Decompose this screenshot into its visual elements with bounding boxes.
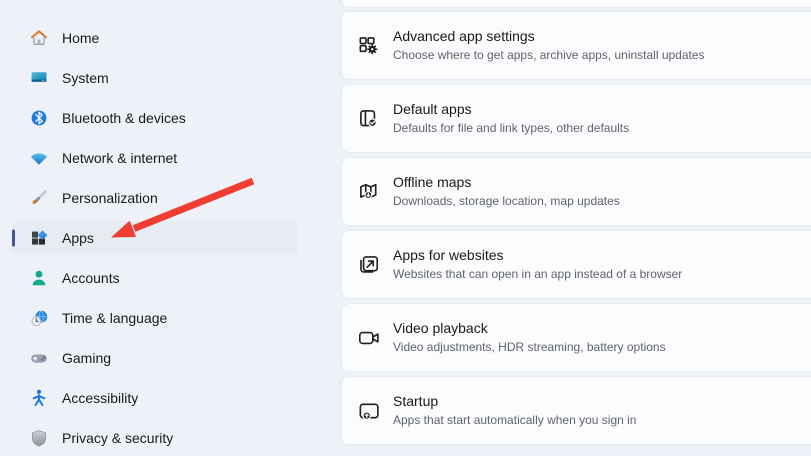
card-text: Default apps Defaults for file and link t… xyxy=(393,101,629,136)
system-icon xyxy=(29,68,49,88)
accessibility-icon xyxy=(29,388,49,408)
partial-card-above[interactable] xyxy=(341,0,811,8)
settings-card-video-playback[interactable]: Video playback Video adjustments, HDR str… xyxy=(341,303,811,372)
card-subtitle: Choose where to get apps, archive apps, … xyxy=(393,48,705,62)
sidebar-item-label: Accounts xyxy=(62,270,120,286)
accounts-icon xyxy=(29,268,49,288)
home-icon xyxy=(29,28,49,48)
sidebar-item-time-language[interactable]: Time & language xyxy=(12,301,298,335)
advanced-app-settings-icon xyxy=(355,32,382,59)
startup-icon xyxy=(355,397,382,424)
card-subtitle: Video adjustments, HDR streaming, batter… xyxy=(393,340,666,354)
card-subtitle: Websites that can open in an app instead… xyxy=(393,267,683,281)
sidebar-item-accounts[interactable]: Accounts xyxy=(12,261,298,295)
card-subtitle: Defaults for file and link types, other … xyxy=(393,121,630,135)
card-subtitle: Downloads, storage location, map updates xyxy=(393,194,620,208)
sidebar-item-accessibility[interactable]: Accessibility xyxy=(12,381,298,415)
gaming-icon xyxy=(29,348,49,368)
card-text: Apps for websites Websites that can open … xyxy=(393,247,682,282)
time-language-icon xyxy=(29,308,49,328)
settings-card-advanced-app-settings[interactable]: Advanced app settings Choose where to get… xyxy=(341,11,811,80)
sidebar-item-network-internet[interactable]: Network & internet xyxy=(12,141,298,175)
card-title: Offline maps xyxy=(393,174,472,190)
card-text: Offline maps Downloads, storage location,… xyxy=(393,174,620,209)
card-title: Startup xyxy=(393,393,439,409)
offline-maps-icon xyxy=(355,178,382,205)
card-title: Default apps xyxy=(393,101,472,117)
settings-sidebar: Home System Bluetooth & devices Network & i… xyxy=(0,0,316,456)
sidebar-item-gaming[interactable]: Gaming xyxy=(12,341,298,375)
sidebar-item-home[interactable]: Home xyxy=(12,21,298,55)
settings-card-list: Advanced app settings Choose where to get… xyxy=(341,0,811,449)
privacy-security-icon xyxy=(29,428,49,448)
sidebar-item-personalization[interactable]: Personalization xyxy=(12,181,298,215)
sidebar-item-system[interactable]: System xyxy=(12,61,298,95)
card-title: Advanced app settings xyxy=(393,28,535,44)
sidebar-item-apps[interactable]: Apps xyxy=(12,221,298,255)
settings-card-startup[interactable]: Startup Apps that start automatically whe… xyxy=(341,376,811,445)
video-playback-icon xyxy=(355,324,382,351)
apps-icon xyxy=(29,228,49,248)
apps-for-websites-icon xyxy=(355,251,382,278)
sidebar-item-label: Network & internet xyxy=(62,150,178,166)
sidebar-item-label: System xyxy=(62,70,109,86)
bluetooth-icon xyxy=(29,108,49,128)
settings-window: Home System Bluetooth & devices Network & i… xyxy=(0,0,811,456)
selection-accent-bar xyxy=(12,229,15,247)
sidebar-item-label: Privacy & security xyxy=(62,430,174,446)
sidebar-item-privacy-security[interactable]: Privacy & security xyxy=(12,421,298,455)
sidebar-item-label: Gaming xyxy=(62,350,112,366)
settings-card-default-apps[interactable]: Default apps Defaults for file and link t… xyxy=(341,84,811,153)
settings-card-apps-for-websites[interactable]: Apps for websites Websites that can open … xyxy=(341,230,811,299)
sidebar-item-label: Home xyxy=(62,30,100,46)
sidebar-item-label: Bluetooth & devices xyxy=(62,110,186,126)
card-title: Apps for websites xyxy=(393,247,504,263)
personalization-icon xyxy=(29,188,49,208)
sidebar-item-label: Accessibility xyxy=(62,390,139,406)
sidebar-item-label: Apps xyxy=(62,230,94,246)
card-subtitle: Apps that start automatically when you s… xyxy=(393,413,637,427)
card-text: Video playback Video adjustments, HDR str… xyxy=(393,320,666,355)
settings-card-offline-maps[interactable]: Offline maps Downloads, storage location,… xyxy=(341,157,811,226)
card-text: Advanced app settings Choose where to get… xyxy=(393,28,705,63)
sidebar-item-label: Personalization xyxy=(62,190,158,206)
card-text: Startup Apps that start automatically whe… xyxy=(393,393,636,428)
card-title: Video playback xyxy=(393,320,488,336)
network-icon xyxy=(29,148,49,168)
default-apps-icon xyxy=(355,105,382,132)
sidebar-item-label: Time & language xyxy=(62,310,168,326)
sidebar-item-bluetooth-devices[interactable]: Bluetooth & devices xyxy=(12,101,298,135)
